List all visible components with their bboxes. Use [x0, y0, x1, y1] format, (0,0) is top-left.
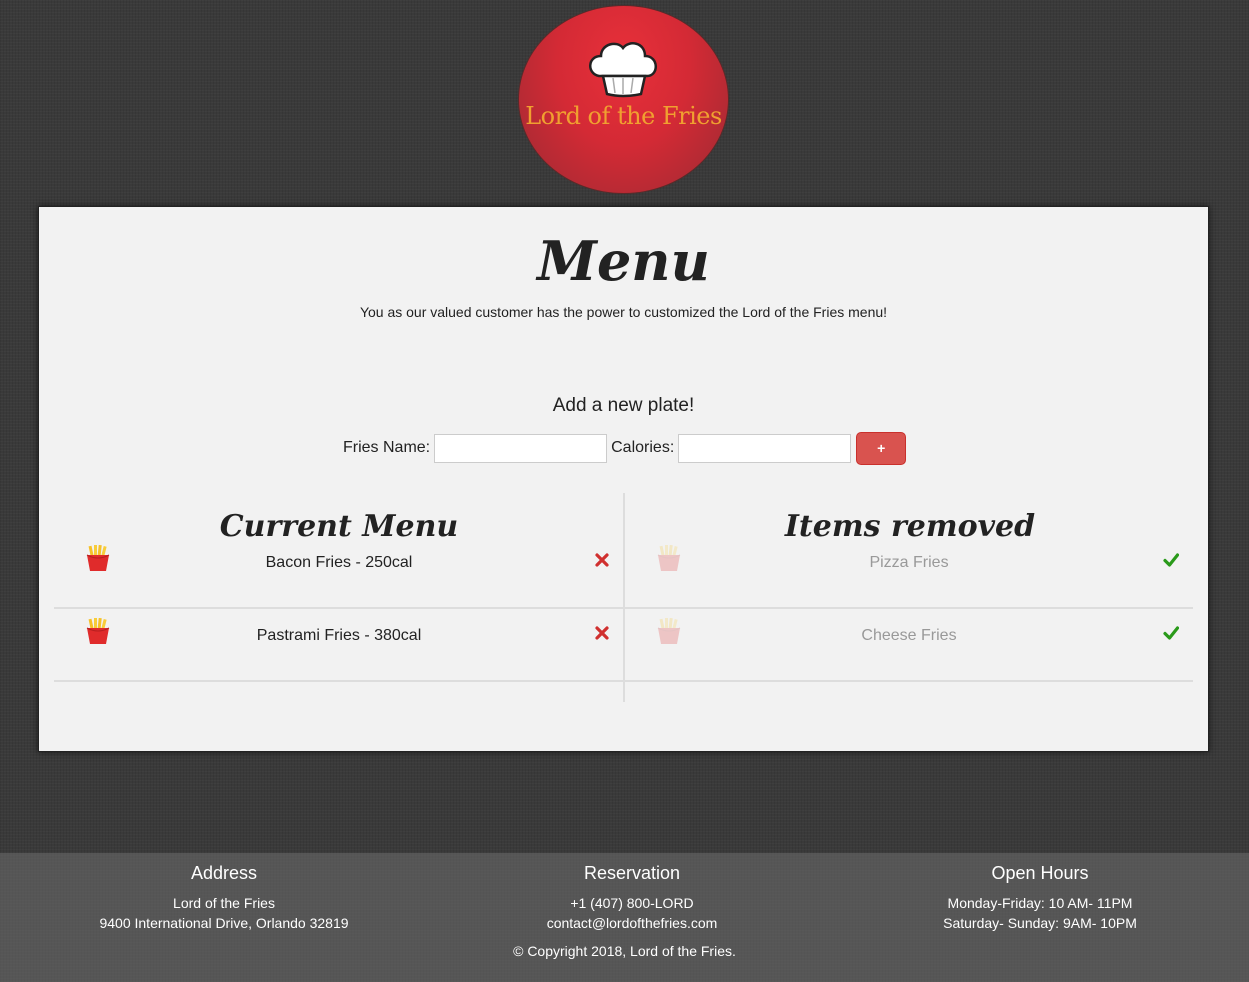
- fries-name-input[interactable]: [434, 433, 608, 463]
- footer-hours-weekend: Saturday- Sunday: 9AM- 10PM: [943, 915, 1137, 931]
- remove-x-icon[interactable]: [594, 552, 610, 568]
- footer-copyright: © Copyright 2018, Lord of the Fries.: [513, 943, 736, 959]
- site-footer: Address Lord of the Fries 9400 Internati…: [0, 853, 1249, 982]
- current-menu-item-label: Pastrami Fries - 380cal: [256, 627, 422, 644]
- brand-logo[interactable]: Lord of the Fries: [518, 5, 729, 194]
- page-title: Menu: [537, 229, 710, 293]
- footer-address-line2: 9400 International Drive, Orlando 32819: [99, 915, 349, 931]
- removed-item: Cheese Fries: [625, 609, 1193, 682]
- chef-hat-icon: [589, 42, 657, 98]
- calories-input[interactable]: [678, 433, 852, 463]
- current-menu-item: Pastrami Fries - 380cal: [54, 609, 624, 682]
- footer-address: Address Lord of the Fries 9400 Internati…: [24, 863, 424, 933]
- footer-reservation: Reservation +1 (407) 800-LORD contact@lo…: [432, 863, 832, 933]
- add-plate-button[interactable]: +: [856, 431, 907, 465]
- footer-hours: Open Hours Monday-Friday: 10 AM- 11PM Sa…: [840, 863, 1240, 933]
- fries-name-label: Fries Name:: [343, 439, 431, 456]
- footer-hours-heading: Open Hours: [991, 863, 1089, 883]
- add-plate-heading: Add a new plate!: [552, 395, 695, 416]
- add-plate-form: Fries Name: Calories: +: [343, 431, 907, 465]
- removed-item: Pizza Fries: [625, 536, 1193, 609]
- footer-phone[interactable]: +1 (407) 800-LORD: [432, 893, 832, 913]
- current-menu-item-label: Bacon Fries - 250cal: [265, 554, 413, 571]
- removed-item-label: Cheese Fries: [861, 627, 957, 644]
- menu-card: Menu You as our valued customer has the …: [38, 206, 1209, 752]
- footer-email[interactable]: contact@lordofthefries.com: [432, 913, 832, 933]
- logo-text: Lord of the Fries: [525, 102, 722, 130]
- footer-address-heading: Address: [190, 863, 258, 883]
- footer-address-line1: Lord of the Fries: [173, 895, 275, 911]
- restore-check-icon[interactable]: [1163, 552, 1179, 568]
- footer-reservation-heading: Reservation: [583, 863, 681, 883]
- restore-check-icon[interactable]: [1163, 625, 1179, 641]
- current-menu-item: Bacon Fries - 250cal: [54, 536, 624, 609]
- footer-hours-weekday: Monday-Friday: 10 AM- 11PM: [947, 895, 1133, 911]
- removed-item-label: Pizza Fries: [869, 554, 949, 571]
- remove-x-icon[interactable]: [594, 625, 610, 641]
- calories-label: Calories:: [611, 439, 675, 456]
- page-subtitle: You as our valued customer has the power…: [359, 304, 888, 320]
